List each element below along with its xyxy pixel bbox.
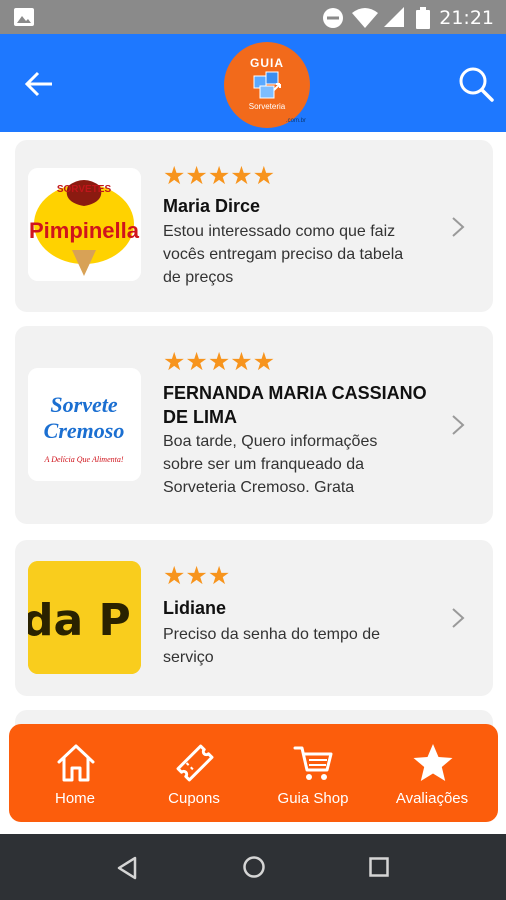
reviewer-name: Maria Dirce xyxy=(163,194,453,218)
pimpinella-logo-top: SORVETES xyxy=(57,184,112,195)
nav-cupons[interactable]: Cupons xyxy=(133,724,255,822)
review-message-line: serviço xyxy=(163,649,214,666)
nav-cupons-label: Cupons xyxy=(168,790,220,807)
review-message-line: Preciso da senha do tempo de xyxy=(163,626,381,643)
ice-cube-icon xyxy=(253,71,281,99)
yellow-logo-text: da P xyxy=(28,595,131,646)
reviewer-name: Lidiane xyxy=(163,596,453,620)
rating-stars: ★★★★★ xyxy=(163,162,276,190)
battery-icon xyxy=(416,7,430,29)
cremoso-logo-tagline: A Delícia Que Alimenta! xyxy=(43,455,123,464)
reviewer-name-line: Maria Dirce xyxy=(163,196,261,216)
review-message: Preciso da senha do tempo de serviço xyxy=(163,623,453,669)
nav-avaliacoes-label: Avaliações xyxy=(395,790,469,807)
nav-guia-shop[interactable]: Guia Shop xyxy=(252,724,374,822)
reviewer-name-line: DE LIMA xyxy=(163,407,237,427)
logo-top-text: GUIA xyxy=(250,56,284,70)
cremoso-logo-main: Cremoso xyxy=(44,418,125,443)
app-logo: GUIA Sorveteria xyxy=(224,42,310,128)
review-message-line: Estou interessado como que faiz xyxy=(163,223,396,240)
app-bar: GUIA Sorveteria .com.br xyxy=(0,34,506,132)
cremoso-logo-top: Sorvete xyxy=(50,392,117,417)
do-not-disturb-icon xyxy=(323,8,343,28)
bottom-nav: Home Cupons Guia Shop Avaliações xyxy=(9,724,498,822)
review-message-line: Sorveteria Cremoso. Grata xyxy=(163,479,355,496)
review-message: Boa tarde, Quero informações sobre ser u… xyxy=(163,430,453,499)
nav-avaliacoes[interactable]: Avaliações xyxy=(371,724,493,822)
reviewer-name: FERNANDA MARIA CASSIANO DE LIMA xyxy=(163,381,453,429)
status-time: 21:21 xyxy=(439,7,494,29)
signal-icon xyxy=(384,7,404,27)
review-card[interactable]: SORVETES Pimpinella ★★★★★ Maria Dirce Es… xyxy=(15,140,493,312)
back-arrow-icon[interactable] xyxy=(18,64,60,104)
wifi-icon xyxy=(352,8,378,28)
reviewer-name-line: FERNANDA MARIA CASSIANO xyxy=(163,383,427,403)
review-message-line: vocês entregam preciso da tabela xyxy=(163,246,404,263)
nav-guia-shop-label: Guia Shop xyxy=(277,790,349,807)
review-message-line: Boa tarde, Quero informações xyxy=(163,433,378,450)
system-home-icon[interactable] xyxy=(242,855,266,879)
nav-home-label: Home xyxy=(54,790,95,807)
logo-domain: .com.br xyxy=(286,118,307,124)
logo-bottom-text: Sorveteria xyxy=(248,102,286,111)
yellow-logo-art: da P xyxy=(28,561,141,674)
review-card[interactable]: Sorvete Cremoso A Delícia Que Alimenta! … xyxy=(15,326,493,524)
search-icon[interactable] xyxy=(456,64,496,104)
cart-icon xyxy=(293,746,333,780)
rating-stars: ★★★★★ xyxy=(163,348,276,376)
cremoso-logo-art: Sorvete Cremoso A Delícia Que Alimenta! xyxy=(28,368,141,481)
review-message: Estou interessado como que faiz vocês en… xyxy=(163,220,453,289)
chevron-right-icon xyxy=(452,415,465,435)
review-message-line: sobre ser um franqueado da xyxy=(163,456,365,473)
system-nav-bar xyxy=(0,834,506,900)
image-icon xyxy=(14,8,34,26)
store-logo-pimpinella: SORVETES Pimpinella xyxy=(28,168,141,281)
home-icon xyxy=(57,744,95,782)
chevron-right-icon xyxy=(452,217,465,237)
chevron-right-icon xyxy=(452,608,465,628)
rating-stars: ★★★ xyxy=(163,562,231,590)
store-logo-cremoso: Sorvete Cremoso A Delícia Que Alimenta! xyxy=(28,368,141,481)
status-bar: 21:21 xyxy=(0,0,506,34)
store-logo-lidiane: da P xyxy=(28,561,141,674)
nav-home[interactable]: Home xyxy=(14,724,136,822)
star-icon xyxy=(413,744,453,781)
system-recents-icon[interactable] xyxy=(368,856,390,878)
pimpinella-logo-main: Pimpinella xyxy=(29,218,140,243)
review-card[interactable]: da P ★★★ Lidiane Preciso da senha do tem… xyxy=(15,540,493,696)
ticket-icon xyxy=(176,744,214,782)
reviewer-name-line: Lidiane xyxy=(163,598,227,618)
system-back-icon[interactable] xyxy=(116,856,138,880)
review-message-line: de preços xyxy=(163,269,234,286)
pimpinella-logo-art: SORVETES Pimpinella xyxy=(28,168,141,281)
